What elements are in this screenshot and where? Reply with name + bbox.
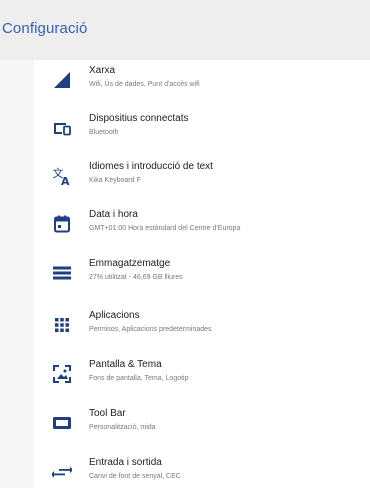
devices-icon	[52, 118, 72, 138]
toolbar-icon	[52, 413, 72, 433]
settings-item-subtitle: Wifi, Ús de dades, Punt d'accés wifi	[89, 81, 200, 88]
settings-item-idiomes[interactable]: 文 A Idiomes i introducció de text Kika K…	[34, 158, 370, 202]
settings-item-tool-bar[interactable]: Tool Bar Personalització, mida	[34, 405, 370, 449]
signal-icon	[52, 70, 72, 90]
svg-text:A: A	[61, 175, 70, 186]
settings-item-subtitle: Canvi de font de senyal, CEC	[89, 473, 181, 480]
app-header: Configuració	[0, 0, 370, 60]
apps-grid-icon	[52, 315, 72, 335]
wallpaper-icon	[52, 364, 72, 384]
page-title: Configuració	[2, 20, 88, 37]
settings-item-subtitle: Kika Keyboard F	[89, 177, 141, 184]
settings-item-title: Aplicacions	[89, 310, 140, 321]
settings-item-subtitle: 27% utilitzat - 46,69 GB lliures	[89, 274, 183, 281]
settings-item-subtitle: Personalització, mida	[89, 424, 156, 431]
settings-item-title: Data i hora	[89, 209, 138, 220]
settings-item-title: Emmagatzematge	[89, 258, 171, 269]
settings-item-pantalla-tema[interactable]: Pantalla & Tema Fons de pantalla, Tema, …	[34, 356, 370, 400]
settings-item-data-hora[interactable]: Data i hora GMT+01:00 Hora estàndard del…	[34, 206, 370, 250]
settings-item-title: Dispositius connectats	[89, 113, 189, 124]
settings-item-title: Xarxa	[89, 65, 116, 76]
settings-item-title: Pantalla & Tema	[89, 359, 162, 370]
settings-item-subtitle: Permisos, Aplicacions predeterminades	[89, 326, 212, 333]
settings-item-subtitle: Fons de pantalla, Tema, Logotip	[89, 375, 189, 382]
settings-item-aplicacions[interactable]: Aplicacions Permisos, Aplicacions predet…	[34, 307, 370, 351]
settings-item-subtitle: GMT+01:00 Hora estàndard del Centre d'Eu…	[89, 225, 241, 232]
translate-icon: 文 A	[52, 166, 72, 186]
settings-screen: Configuració Xarxa Wifi, Ús de dades, Pu…	[0, 0, 370, 488]
input-output-icon	[52, 462, 72, 482]
storage-icon	[52, 263, 72, 283]
calendar-icon	[52, 214, 72, 234]
settings-item-subtitle: Bluetooth	[89, 129, 119, 136]
settings-item-xarxa[interactable]: Xarxa Wifi, Ús de dades, Punt d'accés wi…	[34, 62, 370, 106]
settings-item-entrada-sortida[interactable]: Entrada i sortida Canvi de font de senya…	[34, 454, 370, 488]
settings-item-dispositius[interactable]: Dispositius connectats Bluetooth	[34, 110, 370, 154]
settings-item-title: Entrada i sortida	[89, 457, 162, 468]
settings-item-emmagatzematge[interactable]: Emmagatzematge 27% utilitzat - 46,69 GB …	[34, 255, 370, 299]
settings-item-title: Idiomes i introducció de text	[89, 161, 213, 172]
settings-item-title: Tool Bar	[89, 408, 126, 419]
settings-list: Xarxa Wifi, Ús de dades, Punt d'accés wi…	[34, 60, 370, 488]
